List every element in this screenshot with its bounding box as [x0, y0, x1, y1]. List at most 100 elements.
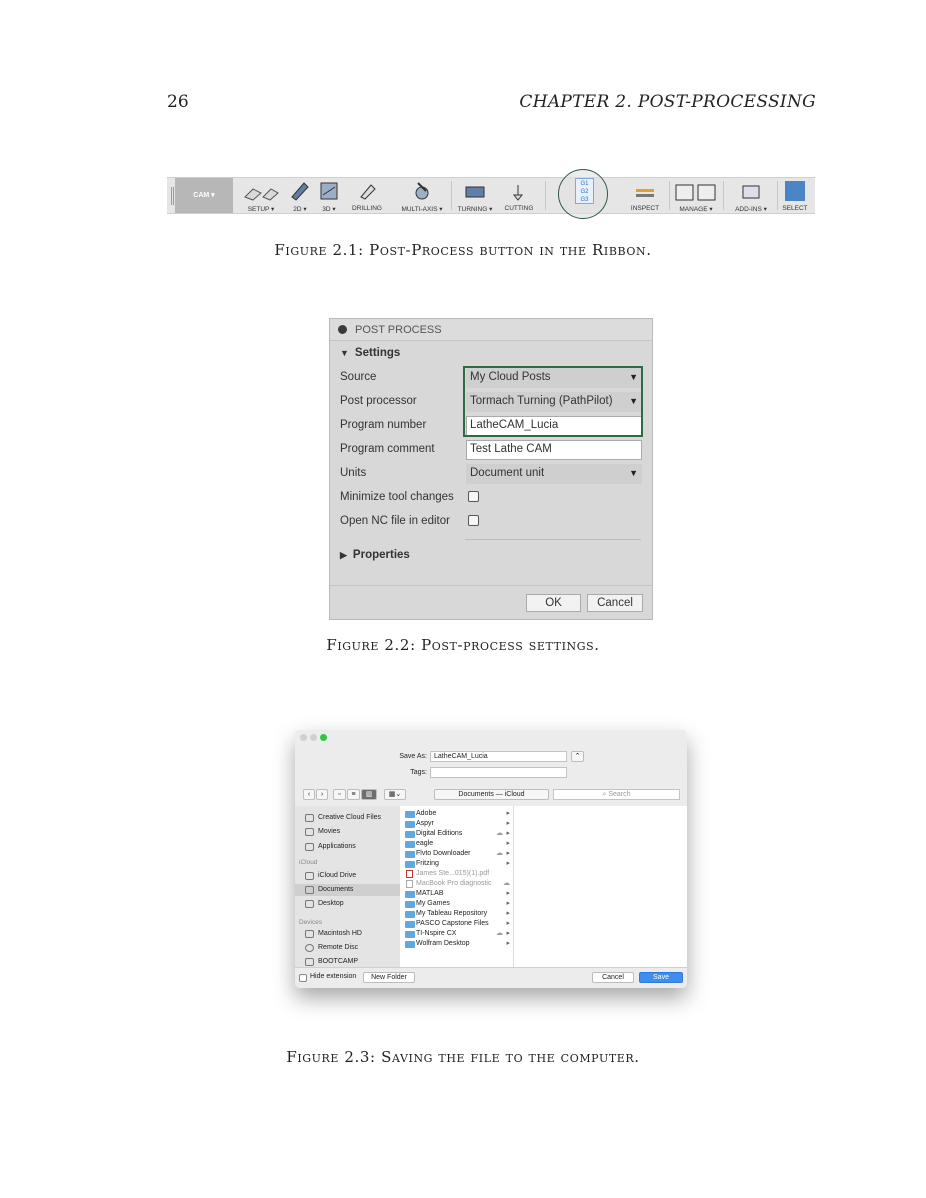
minimize-label: Minimize tool changes: [340, 491, 454, 503]
list-item[interactable]: MATLAB ▸: [403, 889, 513, 899]
list-item[interactable]: Digital Editions ☁ ▸: [403, 829, 513, 839]
close-window-icon[interactable]: [300, 734, 307, 741]
chevron-right-icon: ▸: [506, 920, 510, 927]
arrange-icon[interactable]: ▦⌄: [384, 789, 406, 800]
inspect-label: INSPECT: [630, 205, 660, 212]
select-group[interactable]: SELECT: [779, 178, 811, 213]
cam-workspace-button[interactable]: CAM ▾: [175, 178, 233, 213]
drilling-icon: [360, 184, 376, 200]
list-item[interactable]: Adobe ▸: [403, 809, 513, 819]
icon-view-icon[interactable]: ▫: [333, 789, 346, 800]
search-field[interactable]: ⌕ Search: [553, 789, 680, 800]
sidebar-item-label: BOOTCAMP: [318, 958, 359, 965]
list-item[interactable]: Aspyr ▸: [403, 819, 513, 829]
list-item[interactable]: PASCO Capstone Files ▸: [403, 919, 513, 929]
column-view-icon[interactable]: ▥: [361, 789, 377, 800]
program-comment-input[interactable]: Test Lathe CAM: [466, 440, 642, 460]
grip-handle[interactable]: [171, 187, 174, 205]
cancel-button[interactable]: Cancel: [587, 594, 643, 612]
ribbon-divider: [723, 181, 724, 210]
new-folder-button[interactable]: New Folder: [363, 972, 415, 983]
minimize-window-icon[interactable]: [310, 734, 317, 741]
units-label: Units: [340, 467, 367, 479]
gcode-g3: G3: [580, 197, 589, 203]
properties-section[interactable]: ▶ Properties: [340, 549, 410, 561]
multi-axis-group[interactable]: MULTI-AXIS ▾: [395, 178, 449, 213]
open-nc-checkbox[interactable]: [468, 515, 479, 526]
file-list: Adobe ▸ Aspyr ▸ Digital Editions ☁ ▸ eagle ▸ …: [400, 806, 514, 967]
save-dialog-footer: Hide extension New Folder Cancel Save: [295, 967, 687, 988]
turning-label: TURNING ▾: [457, 206, 493, 213]
list-item[interactable]: James Ste...015)(1).pdf: [403, 869, 513, 879]
settings-section[interactable]: ▼ Settings: [340, 347, 400, 359]
sidebar-item-applications[interactable]: Applications: [303, 841, 400, 853]
list-item[interactable]: MacBook Pro diagnostic ☁: [403, 879, 513, 889]
source-label: Source: [340, 371, 377, 383]
list-item[interactable]: TI-Nspire CX ☁ ▸: [403, 929, 513, 939]
sidebar-item-desktop[interactable]: Desktop: [303, 898, 400, 910]
folder-icon: [405, 821, 415, 828]
triangle-down-icon: ▼: [340, 348, 349, 358]
folder-icon: [405, 941, 415, 948]
drilling-group[interactable]: DRILLING: [349, 178, 385, 213]
list-item[interactable]: Wolfram Desktop ▸: [403, 939, 513, 949]
manage-group[interactable]: MANAGE ▾: [673, 178, 719, 213]
list-item[interactable]: My Games ▸: [403, 899, 513, 909]
sidebar-item-macintosh-hd[interactable]: Macintosh HD: [303, 928, 400, 940]
zoom-window-icon[interactable]: [320, 734, 327, 741]
list-item[interactable]: Fritzing ▸: [403, 859, 513, 869]
hide-extension-checkbox[interactable]: [299, 974, 307, 982]
folder-icon: [405, 831, 415, 838]
cloud-download-icon: ☁: [503, 880, 510, 887]
list-item[interactable]: eagle ▸: [403, 839, 513, 849]
open-nc-row: Open NC file in editor: [340, 512, 642, 532]
3d-group[interactable]: 3D ▾: [315, 178, 343, 213]
forward-icon[interactable]: ›: [316, 789, 328, 800]
post-process-button[interactable]: G1 G2 G3: [575, 178, 594, 204]
turning-group[interactable]: TURNING ▾: [454, 178, 496, 213]
folder-icon: [405, 811, 415, 818]
setup-group[interactable]: SETUP ▾: [237, 178, 285, 213]
ribbon-divider: [777, 181, 778, 210]
add-ins-label: ADD-INS ▾: [735, 206, 767, 213]
sidebar-item-movies[interactable]: Movies: [303, 826, 400, 838]
inspect-icon: [636, 189, 654, 197]
inspect-group[interactable]: INSPECT: [625, 178, 665, 213]
chevron-right-icon: ▸: [506, 930, 510, 937]
list-view-icon[interactable]: ≡: [347, 789, 360, 800]
2d-group[interactable]: 2D ▾: [287, 178, 313, 213]
save-as-input[interactable]: LatheCAM_Lucia: [430, 751, 567, 762]
sidebar-item-remote-disc[interactable]: Remote Disc: [303, 942, 400, 954]
minimize-tool-changes-checkbox[interactable]: [468, 491, 479, 502]
folder-icon: [405, 841, 415, 848]
3d-label: 3D ▾: [322, 206, 336, 213]
pdf-icon: [406, 870, 413, 878]
ok-button[interactable]: OK: [526, 594, 581, 612]
sidebar-item-documents[interactable]: Documents: [295, 884, 400, 896]
list-item[interactable]: My Tableau Repository ▸: [403, 909, 513, 919]
sidebar-item-icloud-drive[interactable]: iCloud Drive: [303, 870, 400, 882]
sidebar-item-label: iCloud Drive: [318, 872, 357, 879]
back-icon[interactable]: ‹: [303, 789, 315, 800]
list-item[interactable]: Flvto Downloader ☁ ▸: [403, 849, 513, 859]
cancel-button[interactable]: Cancel: [592, 972, 634, 983]
units-dropdown[interactable]: Document unit ▼: [466, 464, 642, 484]
file-name: My Games: [416, 900, 450, 907]
chevron-right-icon: ▸: [506, 910, 510, 917]
cutting-group[interactable]: CUTTING: [499, 178, 539, 213]
cam-ribbon: CAM ▾ SETUP ▾ 2D ▾ 3D ▾ DRILLING MULTI-A…: [167, 177, 815, 214]
sidebar-item-label: Macintosh HD: [318, 930, 362, 937]
collapse-icon[interactable]: [338, 325, 347, 334]
chevron-right-icon: ▸: [506, 840, 510, 847]
sidebar-item-creative-cloud[interactable]: Creative Cloud Files: [303, 812, 400, 824]
add-ins-group[interactable]: ADD-INS ▾: [727, 178, 775, 213]
tags-input[interactable]: [430, 767, 567, 778]
multi-axis-icon: [415, 182, 429, 200]
expand-chevron-icon[interactable]: ⌃: [571, 751, 584, 762]
post-processor-label: Post processor: [340, 395, 417, 407]
folder-icon: [405, 921, 415, 928]
3d-icon: [320, 182, 338, 200]
running-head: CHAPTER 2. POST-PROCESSING: [519, 92, 816, 112]
save-button[interactable]: Save: [639, 972, 683, 983]
location-popup[interactable]: Documents — iCloud: [434, 789, 549, 800]
